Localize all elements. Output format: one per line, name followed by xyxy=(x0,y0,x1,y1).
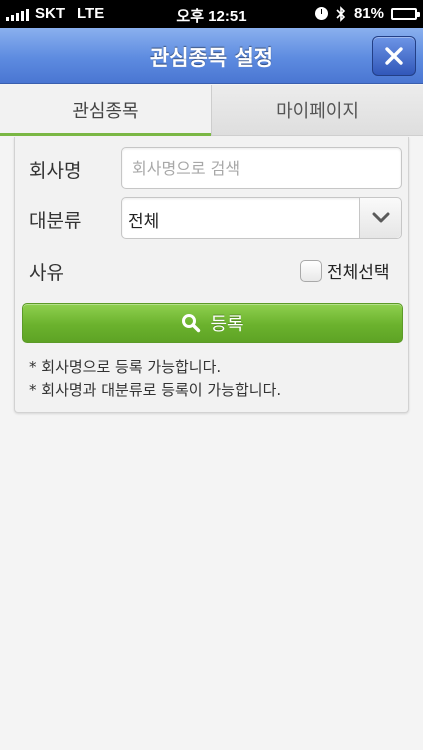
status-right: 81% xyxy=(314,5,420,22)
close-button[interactable] xyxy=(372,36,416,76)
close-icon xyxy=(385,47,403,65)
register-button[interactable]: 등록 xyxy=(22,303,403,343)
tab-bar: 관심종목 마이페이지 xyxy=(0,85,423,136)
company-search-input[interactable] xyxy=(121,147,402,189)
note-company: * 회사명으로 등록 가능합니다. xyxy=(29,358,222,376)
battery-percent: 81% xyxy=(353,5,384,22)
note-company-category: * 회사명과 대분류로 등록이 가능합니다. xyxy=(29,381,282,399)
alarm-icon xyxy=(314,7,328,20)
tab-mypage[interactable]: 마이페이지 xyxy=(211,85,423,135)
search-icon xyxy=(182,314,201,333)
battery-icon xyxy=(391,7,420,20)
select-all-label[interactable]: 전체선택 xyxy=(327,258,390,283)
watchlist-form: 회사명 대분류 전체 사유 전체선택 등록 * 회사명으로 등록 가능합니다. … xyxy=(14,137,409,413)
chevron-down-icon xyxy=(372,212,389,223)
register-label: 등록 xyxy=(210,314,244,335)
category-label: 대분류 xyxy=(29,210,82,232)
navigation-bar: 관심종목 설정 xyxy=(0,28,423,84)
category-select[interactable]: 전체 xyxy=(121,197,402,239)
select-all-checkbox[interactable] xyxy=(300,260,322,282)
select-arrow[interactable] xyxy=(359,198,401,238)
bluetooth-icon xyxy=(336,5,346,22)
status-bar: SKT LTE 오후 12:51 81% xyxy=(0,0,423,28)
company-label: 회사명 xyxy=(29,160,82,182)
tab-watchlist[interactable]: 관심종목 xyxy=(0,85,211,136)
category-selected-value: 전체 xyxy=(128,212,160,232)
page-title: 관심종목 설정 xyxy=(149,46,274,70)
reason-label: 사유 xyxy=(29,262,64,284)
